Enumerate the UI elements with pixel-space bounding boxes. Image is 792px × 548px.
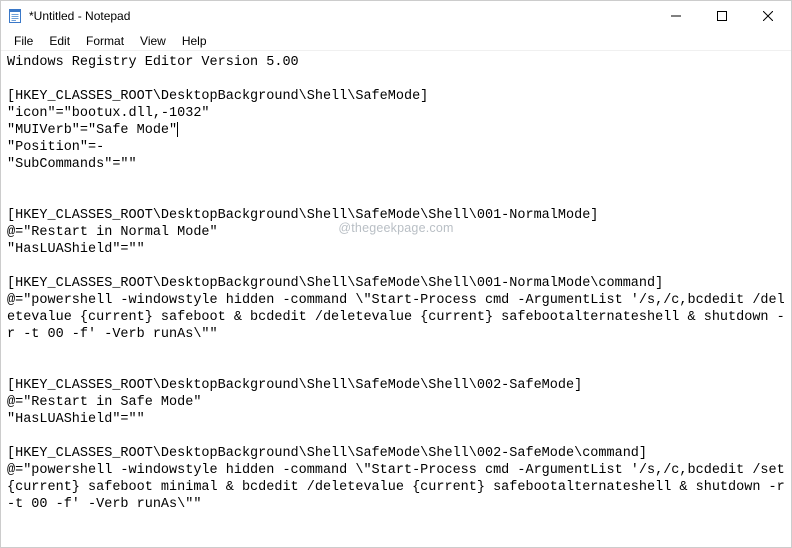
minimize-icon: [671, 11, 681, 21]
menu-view[interactable]: View: [133, 33, 173, 49]
close-icon: [763, 11, 773, 21]
titlebar-left: *Untitled - Notepad: [1, 8, 130, 24]
titlebar[interactable]: *Untitled - Notepad: [1, 1, 791, 31]
menu-edit[interactable]: Edit: [42, 33, 77, 49]
text-caret: [177, 122, 178, 137]
menu-help[interactable]: Help: [175, 33, 214, 49]
text-line: "SubCommands"="": [7, 157, 137, 172]
text-line: @="Restart in Normal Mode": [7, 225, 218, 240]
text-editor[interactable]: Windows Registry Editor Version 5.00 [HK…: [1, 51, 791, 547]
maximize-icon: [717, 11, 727, 21]
text-line: @="powershell -windowstyle hidden -comma…: [7, 463, 791, 512]
notepad-icon: [7, 8, 23, 24]
text-line: "MUIVerb"="Safe Mode": [7, 123, 177, 138]
text-line: "HasLUAShield"="": [7, 412, 145, 427]
text-line: "Position"=-: [7, 140, 104, 155]
text-line: [HKEY_CLASSES_ROOT\DesktopBackground\She…: [7, 208, 598, 223]
text-line: Windows Registry Editor Version 5.00: [7, 55, 299, 70]
text-line: @="Restart in Safe Mode": [7, 395, 201, 410]
minimize-button[interactable]: [653, 1, 699, 31]
text-line: [HKEY_CLASSES_ROOT\DesktopBackground\She…: [7, 89, 428, 104]
text-line: [HKEY_CLASSES_ROOT\DesktopBackground\She…: [7, 378, 582, 393]
text-line: [HKEY_CLASSES_ROOT\DesktopBackground\She…: [7, 276, 663, 291]
text-line: [HKEY_CLASSES_ROOT\DesktopBackground\She…: [7, 446, 647, 461]
text-line: "HasLUAShield"="": [7, 242, 145, 257]
window-controls: [653, 1, 791, 31]
close-button[interactable]: [745, 1, 791, 31]
text-line: @="powershell -windowstyle hidden -comma…: [7, 293, 785, 342]
text-line: "icon"="bootux.dll,-1032": [7, 106, 210, 121]
menu-format[interactable]: Format: [79, 33, 131, 49]
window-title: *Untitled - Notepad: [29, 9, 130, 23]
menubar: File Edit Format View Help: [1, 31, 791, 51]
menu-file[interactable]: File: [7, 33, 40, 49]
maximize-button[interactable]: [699, 1, 745, 31]
